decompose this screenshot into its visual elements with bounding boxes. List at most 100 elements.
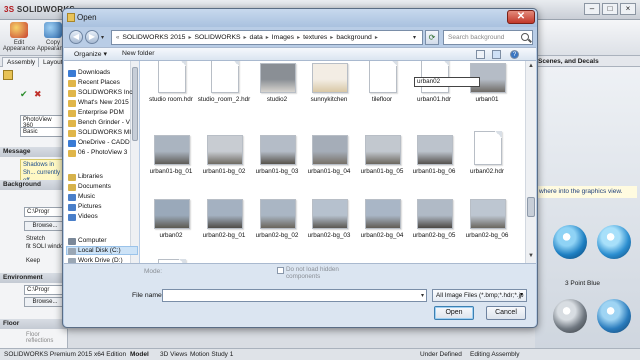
file-item[interactable]: urban02-bg_06	[456, 193, 518, 245]
nav-item[interactable]: SOLIDWORKS MI	[78, 129, 138, 136]
back-button[interactable]: ◀	[69, 30, 83, 44]
scroll-down-icon[interactable]: ▼	[528, 253, 534, 259]
file-scroll-thumb[interactable]	[527, 197, 535, 217]
organize-button[interactable]: Organize ▾	[74, 50, 107, 58]
breadcrumb-item[interactable]: data	[250, 34, 263, 41]
minimize-icon[interactable]: –	[584, 3, 600, 15]
folder-icon	[68, 70, 76, 77]
breadcrumb-item[interactable]: SOLIDWORKS	[194, 34, 240, 41]
file-label: urban02.hdr	[470, 168, 504, 175]
breadcrumb-item[interactable]: SOLIDWORKS 2015	[122, 34, 185, 41]
breadcrumb-separator-icon[interactable]: ▸	[244, 34, 247, 41]
file-item[interactable]: urban02.hdr	[456, 129, 518, 181]
file-document-icon	[369, 61, 397, 93]
help-icon[interactable]: ?	[510, 50, 519, 59]
folder-icon	[68, 130, 76, 137]
folder-icon	[68, 140, 76, 147]
new-folder-button[interactable]: New folder	[122, 50, 155, 57]
image-thumbnail	[260, 199, 296, 229]
edit-appearance-button[interactable]: Edit Appearance	[2, 22, 36, 52]
background-path-field[interactable]: C:\Progr	[24, 207, 66, 217]
message-section-title: Message	[0, 147, 68, 157]
nav-item[interactable]: Libraries	[78, 173, 138, 180]
appearance-swatch[interactable]	[597, 225, 631, 259]
breadcrumb-separator-icon[interactable]: ▸	[375, 34, 378, 41]
tab-model[interactable]: Model	[130, 349, 149, 360]
cancel-icon[interactable]: ✖	[34, 89, 42, 100]
folder-icon	[68, 120, 76, 127]
tab-assembly[interactable]: Assembly	[2, 57, 41, 67]
search-input[interactable]: Search background	[443, 30, 533, 45]
address-row: ◀ ▶ ▾ « SOLIDWORKS 2015 ▸ SOLIDWORKS ▸ data ▸…	[67, 29, 533, 47]
nav-item[interactable]: 06 - PhotoView 3	[78, 149, 138, 156]
filetype-select[interactable]: All Image Files (*.bmp;*.hdr;*.jp ▾	[432, 289, 527, 302]
maximize-icon[interactable]: □	[602, 3, 618, 15]
dialog-titlebar[interactable]: Open ✕	[63, 9, 537, 27]
filename-input[interactable]	[162, 289, 427, 302]
nav-item[interactable]: OneDrive - CADD	[78, 139, 138, 146]
appearance-swatch[interactable]	[553, 225, 587, 259]
nav-item[interactable]: Computer	[78, 237, 138, 244]
nav-item[interactable]: Pictures	[78, 203, 138, 210]
appearance-swatch[interactable]	[597, 299, 631, 333]
basic-tab[interactable]: Basic	[20, 127, 66, 137]
mode-status: Editing Assembly	[470, 351, 520, 358]
file-scrollbar[interactable]: ▲ ▼	[525, 61, 536, 263]
image-thumbnail	[365, 135, 401, 165]
nav-item[interactable]: Videos	[78, 213, 138, 220]
close-button[interactable]: ✕	[507, 10, 535, 24]
refresh-button[interactable]: ⟳	[425, 30, 439, 45]
recent-locations-dropdown[interactable]: ▾	[101, 34, 104, 41]
nav-item[interactable]: Documents	[78, 183, 138, 190]
keep-label: Keep	[26, 258, 41, 264]
nav-item[interactable]: Local Disk (C:)	[78, 247, 138, 254]
breadcrumb-item[interactable]: Images	[272, 34, 294, 41]
nav-item[interactable]: Music	[78, 193, 138, 200]
image-thumbnail	[365, 199, 401, 229]
forward-button[interactable]: ▶	[85, 30, 99, 44]
image-thumbnail	[260, 63, 296, 93]
environment-browse-button[interactable]: Browse...	[24, 297, 66, 307]
image-thumbnail	[417, 199, 453, 229]
path-prefix[interactable]: «	[116, 35, 119, 41]
environment-path-field[interactable]: C:\Progr	[24, 285, 66, 295]
image-thumbnail	[154, 199, 190, 229]
address-bar[interactable]: « SOLIDWORKS 2015 ▸ SOLIDWORKS ▸ data ▸ Images…	[111, 30, 423, 45]
scroll-up-icon[interactable]: ▲	[528, 63, 534, 69]
breadcrumb-separator-icon[interactable]: ▸	[330, 34, 333, 41]
cancel-button[interactable]: Cancel	[486, 306, 526, 320]
image-thumbnail	[312, 135, 348, 165]
nav-item[interactable]: Downloads	[78, 69, 138, 76]
view-options-icon[interactable]	[476, 50, 485, 59]
breadcrumb-separator-icon[interactable]: ▸	[297, 34, 300, 41]
browse-button[interactable]: Browse...	[24, 221, 66, 231]
ok-icon[interactable]: ✔	[20, 89, 28, 100]
address-dropdown[interactable]: ▾	[413, 34, 416, 41]
breadcrumb-separator-icon[interactable]: ▸	[188, 34, 191, 41]
close-window-icon[interactable]: ×	[620, 3, 636, 15]
hidden-components-checkbox[interactable]	[277, 267, 284, 274]
nav-item[interactable]: Bench Grinder - V	[78, 119, 138, 126]
nav-item[interactable]: Enterprise PDM	[78, 109, 138, 116]
open-button[interactable]: Open	[434, 306, 474, 320]
nav-item[interactable]: Recent Places	[78, 79, 138, 86]
dialog-footer: Mode: Do not load hidden components File…	[64, 263, 536, 327]
file-document-icon	[158, 61, 186, 93]
preview-pane-icon[interactable]	[492, 50, 501, 59]
status-bar: SOLIDWORKS Premium 2015 x64 Edition Mode…	[0, 348, 640, 360]
breadcrumb-separator-icon[interactable]: ▸	[266, 34, 269, 41]
fit-label: fit SOLI windo	[26, 244, 64, 250]
breadcrumb-item[interactable]: background	[336, 34, 372, 41]
tab-motion-study[interactable]: Motion Study 1	[190, 349, 233, 360]
appearance-swatch[interactable]	[553, 299, 587, 333]
nav-item[interactable]: SOLIDWORKS Inc	[78, 89, 138, 96]
mode-label: Mode:	[144, 268, 163, 275]
folder-icon	[68, 214, 76, 221]
filename-dropdown[interactable]: ▾	[421, 292, 424, 299]
tab-3d-views[interactable]: 3D Views	[160, 349, 187, 360]
nav-item[interactable]: What's New 2015	[78, 99, 138, 106]
definition-status: Under Defined	[420, 351, 462, 358]
rename-field[interactable]: urban02	[414, 77, 480, 87]
breadcrumb-item[interactable]: textures	[303, 34, 327, 41]
file-list: studio room.hdr studio_room_2.hdr studio2 s…	[140, 61, 525, 263]
